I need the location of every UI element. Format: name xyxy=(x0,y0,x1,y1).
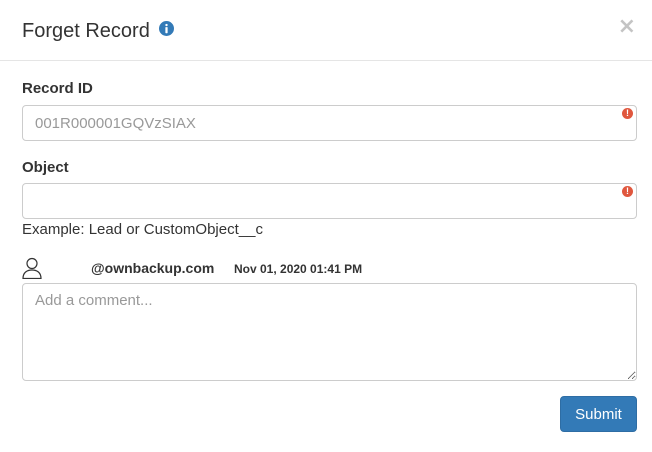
modal-title-text: Forget Record xyxy=(22,20,150,42)
comment-author-email: @ownbackup.com xyxy=(91,260,215,276)
object-label: Object xyxy=(22,159,69,176)
modal-header: Forget Record × xyxy=(0,0,652,61)
record-id-error-icon: ! xyxy=(622,108,633,119)
user-icon xyxy=(22,257,42,284)
forget-record-modal: Forget Record × Record ID ! Object ! Exa… xyxy=(0,0,652,452)
submit-button[interactable]: Submit xyxy=(560,396,637,432)
modal-title: Forget Record xyxy=(22,18,175,44)
object-help-text: Example: Lead or CustomObject__c xyxy=(22,221,263,238)
comment-input[interactable] xyxy=(22,283,637,381)
record-id-label: Record ID xyxy=(22,80,93,97)
close-button[interactable]: × xyxy=(618,16,636,38)
object-input[interactable] xyxy=(22,183,637,219)
record-id-input[interactable] xyxy=(22,105,637,141)
close-icon: × xyxy=(617,14,636,39)
object-error-icon: ! xyxy=(622,186,633,197)
info-icon[interactable] xyxy=(159,18,175,42)
comment-timestamp: Nov 01, 2020 01:41 PM xyxy=(234,262,363,276)
